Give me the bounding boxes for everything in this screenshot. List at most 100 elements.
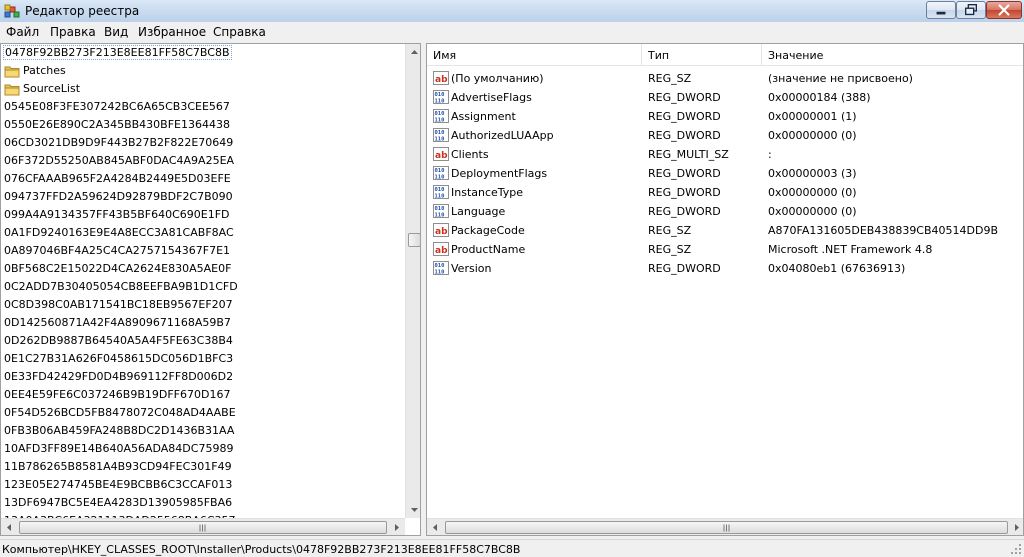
string-value-icon: ab <box>433 223 449 237</box>
value-row[interactable]: 010 110 AdvertiseFlags REG_DWORD 0x00000184 … <box>427 88 1023 107</box>
value-row[interactable]: ab Clients REG_MULTI_SZ: <box>427 145 1023 164</box>
value-data: : <box>768 148 772 161</box>
tree-item-key[interactable]: 0EE4E59FE6C037246B9B19DFF670D167 <box>1 386 405 404</box>
close-icon <box>998 4 1010 16</box>
tree-item-key[interactable]: 0D142560871A42F4A8909671168A59B7 <box>1 314 405 332</box>
tree-item-label: 10AFD3FF89E14B640A56ADA84DC75989 <box>4 442 234 455</box>
tree-item-key[interactable]: 06F372D55250AB845ABF0DAC4A9A25EA <box>1 152 405 170</box>
value-name: AdvertiseFlags <box>451 91 532 104</box>
status-bar: Компьютер\HKEY_CLASSES_ROOT\Installer\Pr… <box>0 539 1024 557</box>
svg-text:010: 010 <box>435 130 445 136</box>
tree-item-label: 0C2ADD7B30405054CB8EEFBA9B1D1CFD <box>4 280 238 293</box>
key-tree-pane[interactable]: 0478F92BB273F213E8EE81FF58C7BC8B Patches… <box>0 43 421 536</box>
value-name: AuthorizedLUAApp <box>451 129 554 142</box>
tree-item-key[interactable]: 06CD3021DB9D9F443B27B2F822E70649 <box>1 134 405 152</box>
value-row[interactable]: 010 110 InstanceType REG_DWORD 0x00000000 (0… <box>427 183 1023 202</box>
scroll-down-button[interactable] <box>406 501 420 518</box>
tree-vertical-scrollbar[interactable] <box>405 44 420 518</box>
column-name-header[interactable]: Имя <box>427 44 642 66</box>
svg-text:110: 110 <box>435 99 445 105</box>
tree-item-key[interactable]: 0C8D398C0AB171541BC18EB9567EF207 <box>1 296 405 314</box>
tree-item-key[interactable]: 094737FFD2A59624D92879BDF2C7B090 <box>1 188 405 206</box>
tree-item-key[interactable]: 0FB3B06AB459FA248B8DC2D1436B31AA <box>1 422 405 440</box>
string-value-icon: ab <box>433 71 449 85</box>
tree-item-key[interactable]: 123E05E274745BE4E9BCBB6C3CCAF013 <box>1 476 405 494</box>
value-row[interactable]: ab ProductName REG_SZ Microsoft .NET Framew… <box>427 240 1023 259</box>
scroll-thumb[interactable] <box>19 521 387 534</box>
column-type-header[interactable]: Тип <box>642 44 762 66</box>
svg-text:110: 110 <box>435 213 445 219</box>
value-row[interactable]: ab (По умолчанию) REG_SZ (значение не присв… <box>427 69 1023 88</box>
svg-text:ab: ab <box>435 151 448 161</box>
folder-icon <box>4 66 20 78</box>
scroll-thumb[interactable] <box>445 521 1008 534</box>
value-name: Clients <box>451 148 489 161</box>
tree-item-key[interactable]: 0550E26E890C2A345BB430BFE1364438 <box>1 116 405 134</box>
value-data: 0x00000001 (1) <box>768 110 857 123</box>
tree-item-key[interactable]: 10AFD3FF89E14B640A56ADA84DC75989 <box>1 440 405 458</box>
tree-item-label: 0E1C27B31A626F0458615DC056D1BFC3 <box>4 352 234 365</box>
tree-item-key[interactable]: 0A897046BF4A25C4CA2757154367F7E1 <box>1 242 405 260</box>
tree-item-sourcelist[interactable]: SourceList <box>1 80 405 98</box>
tree-horizontal-scrollbar[interactable] <box>1 518 405 535</box>
menu-help[interactable]: Справка <box>213 25 266 39</box>
svg-text:110: 110 <box>435 270 445 276</box>
value-name: Language <box>451 205 506 218</box>
menu-favorites[interactable]: Избранное <box>138 25 206 39</box>
values-pane[interactable]: Имя Тип Значение ab (По умолчанию) REG_SZ(… <box>426 43 1024 536</box>
column-data-header[interactable]: Значение <box>762 44 1023 66</box>
value-row[interactable]: 010 110 DeploymentFlags REG_DWORD 0x00000003… <box>427 164 1023 183</box>
binary-value-icon: 010110 <box>433 185 449 199</box>
value-row[interactable]: 010 110 AuthorizedLUAApp REG_DWORD 0x0000000… <box>427 126 1023 145</box>
close-button[interactable] <box>986 1 1022 19</box>
tree-item-key[interactable]: 11B786265B8581A4B93CD94FEC301F49 <box>1 458 405 476</box>
value-type: REG_DWORD <box>648 205 721 218</box>
scroll-up-button[interactable] <box>406 44 420 61</box>
scroll-right-button[interactable] <box>1008 519 1023 535</box>
value-type: REG_DWORD <box>648 262 721 275</box>
tree-item-key[interactable]: 0E1C27B31A626F0458615DC056D1BFC3 <box>1 350 405 368</box>
tree-item-label: 076CFAAAB965F2A4284B2449E5D03EFE <box>4 172 231 185</box>
tree-item-patches[interactable]: Patches <box>1 62 405 80</box>
binary-value-icon: 010110 <box>433 204 449 218</box>
binary-value-icon: 010110 <box>433 90 449 104</box>
restore-icon <box>965 4 977 16</box>
menu-view[interactable]: Вид <box>104 25 128 39</box>
value-row[interactable]: ab PackageCode REG_SZ A870FA131605DEB438839… <box>427 221 1023 240</box>
menu-edit[interactable]: Правка <box>50 25 96 39</box>
tree-item-selected[interactable]: 0478F92BB273F213E8EE81FF58C7BC8B <box>1 44 405 62</box>
tree-item-label: 11B786265B8581A4B93CD94FEC301F49 <box>4 460 232 473</box>
value-data: (значение не присвоено) <box>768 72 913 85</box>
minimize-button[interactable] <box>926 1 956 19</box>
svg-text:ab: ab <box>435 227 448 237</box>
grip-icon <box>199 524 206 531</box>
tree-item-key[interactable]: 0545E08F3FE307242BC6A65CB3CEE567 <box>1 98 405 116</box>
tree-item-key[interactable]: 0A1FD9240163E9E4A8ECC3A81CABF8AC <box>1 224 405 242</box>
tree-item-key[interactable]: 0C2ADD7B30405054CB8EEFBA9B1D1CFD <box>1 278 405 296</box>
scroll-thumb[interactable] <box>408 233 420 247</box>
tree-item-key[interactable]: 13DF6947BC5E4EA4283D13905985FBA6 <box>1 494 405 512</box>
tree-item-key[interactable]: 0BF568C2E15022D4CA2624E830A5AE0F <box>1 260 405 278</box>
tree-item-key[interactable]: 0E33FD42429FD0D4B969112FF8D006D2 <box>1 368 405 386</box>
resize-grip-icon[interactable] <box>1010 543 1022 555</box>
tree-item-key[interactable]: 076CFAAAB965F2A4284B2449E5D03EFE <box>1 170 405 188</box>
scroll-right-button[interactable] <box>388 519 405 535</box>
folder-icon <box>4 84 20 96</box>
value-type: REG_DWORD <box>648 110 721 123</box>
tree-item-key[interactable]: 099A4A9134357FF43B5BF640C690E1FD <box>1 206 405 224</box>
arrow-right-icon <box>395 524 399 531</box>
scroll-left-button[interactable] <box>427 519 444 535</box>
restore-button[interactable] <box>956 1 986 19</box>
tree-item-key[interactable]: 0F54D526BCD5FB8478072C048AD4AABE <box>1 404 405 422</box>
menu-file[interactable]: Файл <box>6 25 39 39</box>
value-row[interactable]: 010 110 Language REG_DWORD 0x00000000 (0) <box>427 202 1023 221</box>
tree-item-key[interactable]: 0D262DB9887B64540A5A4F5FE63C38B4 <box>1 332 405 350</box>
value-row[interactable]: 010 110 Assignment REG_DWORD 0x00000001 (1) <box>427 107 1023 126</box>
tree-item-label: 0BF568C2E15022D4CA2624E830A5AE0F <box>4 262 232 275</box>
tree-item-label: SourceList <box>23 82 81 95</box>
value-name: DeploymentFlags <box>451 167 548 180</box>
svg-text:110: 110 <box>435 137 445 143</box>
values-horizontal-scrollbar[interactable] <box>427 518 1023 535</box>
value-row[interactable]: 010 110 Version REG_DWORD 0x04080eb1 (676369… <box>427 259 1023 278</box>
scroll-left-button[interactable] <box>1 519 18 535</box>
